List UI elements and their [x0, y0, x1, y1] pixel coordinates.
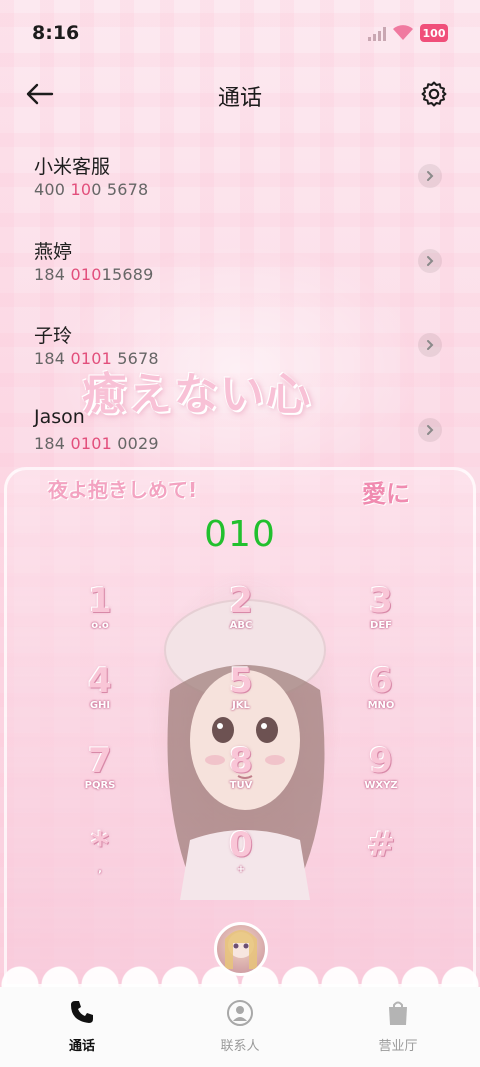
chevron-right-icon: [427, 255, 434, 266]
status-bar: 8:16 100: [0, 0, 480, 64]
contact-name: Jason: [34, 405, 85, 428]
battery-indicator: 100: [420, 24, 448, 42]
contact-number: 184 0101 0029: [34, 433, 159, 453]
theme-title-art: 癒えない心: [82, 369, 312, 420]
call-log-item[interactable]: 燕婷 184 01015689: [0, 225, 480, 310]
contact-icon: [227, 1000, 253, 1026]
dial-key-9[interactable]: 9 WXYZ: [341, 742, 421, 812]
dial-key-5[interactable]: 5 JKL: [201, 662, 281, 732]
dial-key-1[interactable]: 1 o.o: [60, 582, 140, 652]
details-button[interactable]: [418, 164, 442, 188]
chevron-right-icon: [427, 424, 434, 435]
contact-number: 184 01015689: [34, 264, 154, 284]
call-button[interactable]: [214, 922, 268, 976]
chevron-right-icon: [427, 340, 434, 350]
contact-name: 燕婷: [34, 240, 73, 263]
call-log-item[interactable]: 小米客服 400 100 5678: [0, 140, 480, 225]
page-title: 通话: [217, 86, 262, 111]
dial-key-6[interactable]: 6 MNO: [341, 662, 421, 732]
wifi-icon: [393, 25, 413, 40]
status-time: 8:16: [32, 22, 80, 44]
dial-key-7[interactable]: 7 PQRS: [60, 742, 140, 812]
theme-subtitle-art-right: 愛に: [362, 480, 410, 508]
dial-key-star[interactable]: * ,: [60, 826, 140, 896]
cellular-signal-icon: [368, 27, 386, 41]
dial-key-4[interactable]: 4 GHI: [60, 662, 140, 732]
tab-contacts[interactable]: 联系人: [180, 999, 300, 1054]
dialed-number-display: 010: [204, 514, 276, 555]
theme-subtitle-art: 夜よ抱きしめて!: [48, 478, 198, 502]
contact-number: 400 100 5678: [34, 180, 149, 199]
gear-icon[interactable]: [420, 80, 448, 108]
chevron-right-icon: [427, 171, 434, 181]
details-button[interactable]: [418, 248, 442, 273]
app-header: 通话: [0, 70, 480, 120]
dial-key-8[interactable]: 8 TUV: [201, 742, 281, 812]
avatar-call-icon: [225, 930, 257, 969]
details-button[interactable]: [418, 417, 442, 442]
contact-name: 小米客服: [34, 156, 111, 178]
dial-key-0[interactable]: 0 +: [201, 826, 281, 896]
tab-calls[interactable]: 通话: [22, 999, 142, 1054]
tab-service-hall[interactable]: 营业厅: [338, 999, 458, 1054]
dial-key-hash[interactable]: #: [341, 826, 421, 896]
call-log-list: 小米客服 400 100 5678 燕婷 184 01015689 子玲 184…: [0, 140, 480, 478]
contact-name: 子玲: [34, 325, 73, 347]
details-button[interactable]: [418, 333, 442, 357]
bottom-navigation: 通话 联系人 营业厅: [0, 987, 480, 1067]
phone-icon: [71, 1001, 93, 1023]
dial-key-2[interactable]: 2 ABC: [201, 582, 281, 652]
dial-key-3[interactable]: 3 DEF: [341, 582, 421, 652]
shopping-bag-icon: [389, 1001, 407, 1025]
